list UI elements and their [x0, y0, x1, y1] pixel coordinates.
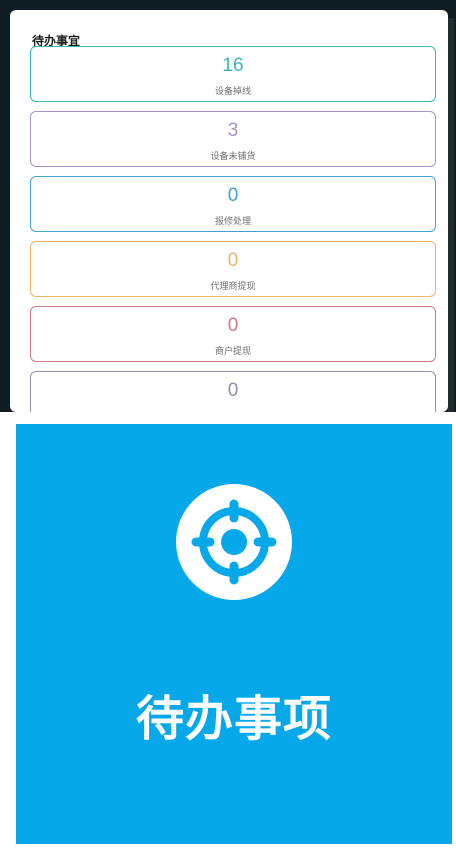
todo-card-agent-withdrawal[interactable]: 0 代理商提现: [30, 241, 436, 297]
card-label: 报修处理: [214, 217, 251, 227]
scrollbar[interactable]: [448, 18, 454, 412]
todo-card-repair[interactable]: 0 报修处理: [30, 176, 436, 232]
banner-title: 待办事项: [135, 691, 332, 747]
card-count: 0: [227, 185, 239, 206]
card-count: 0: [227, 250, 239, 271]
card-label: 设备掉线: [214, 87, 251, 97]
card-count: 0: [227, 380, 239, 401]
card-label: 代理商提现: [210, 282, 256, 292]
todo-card-device-not-deployed[interactable]: 3 设备未铺货: [30, 111, 436, 167]
todo-banner[interactable]: 待办事项: [16, 424, 452, 844]
todo-card-merchant-withdrawal[interactable]: 0 商户提现: [30, 306, 436, 362]
card-label: 设备未铺货: [210, 152, 256, 162]
card-count: 0: [227, 315, 239, 336]
todo-card-device-offline[interactable]: 16 设备掉线: [30, 46, 436, 102]
target-crosshair-icon: [176, 484, 292, 600]
card-count: 16: [222, 55, 244, 76]
todo-card-list: 16 设备掉线 3 设备未铺货 0 报修处理 0 代理商提现 0 商户提现 0: [30, 46, 436, 412]
todo-card-partial[interactable]: 0: [30, 371, 436, 412]
card-label: 商户提现: [214, 347, 251, 357]
screen: 待办事宜 16 设备掉线 3 设备未铺货 0 报修处理 0 代理商提现 0 商户…: [0, 0, 456, 850]
todo-panel: 待办事宜 16 设备掉线 3 设备未铺货 0 报修处理 0 代理商提现 0 商户…: [10, 10, 448, 412]
card-count: 3: [227, 120, 239, 141]
